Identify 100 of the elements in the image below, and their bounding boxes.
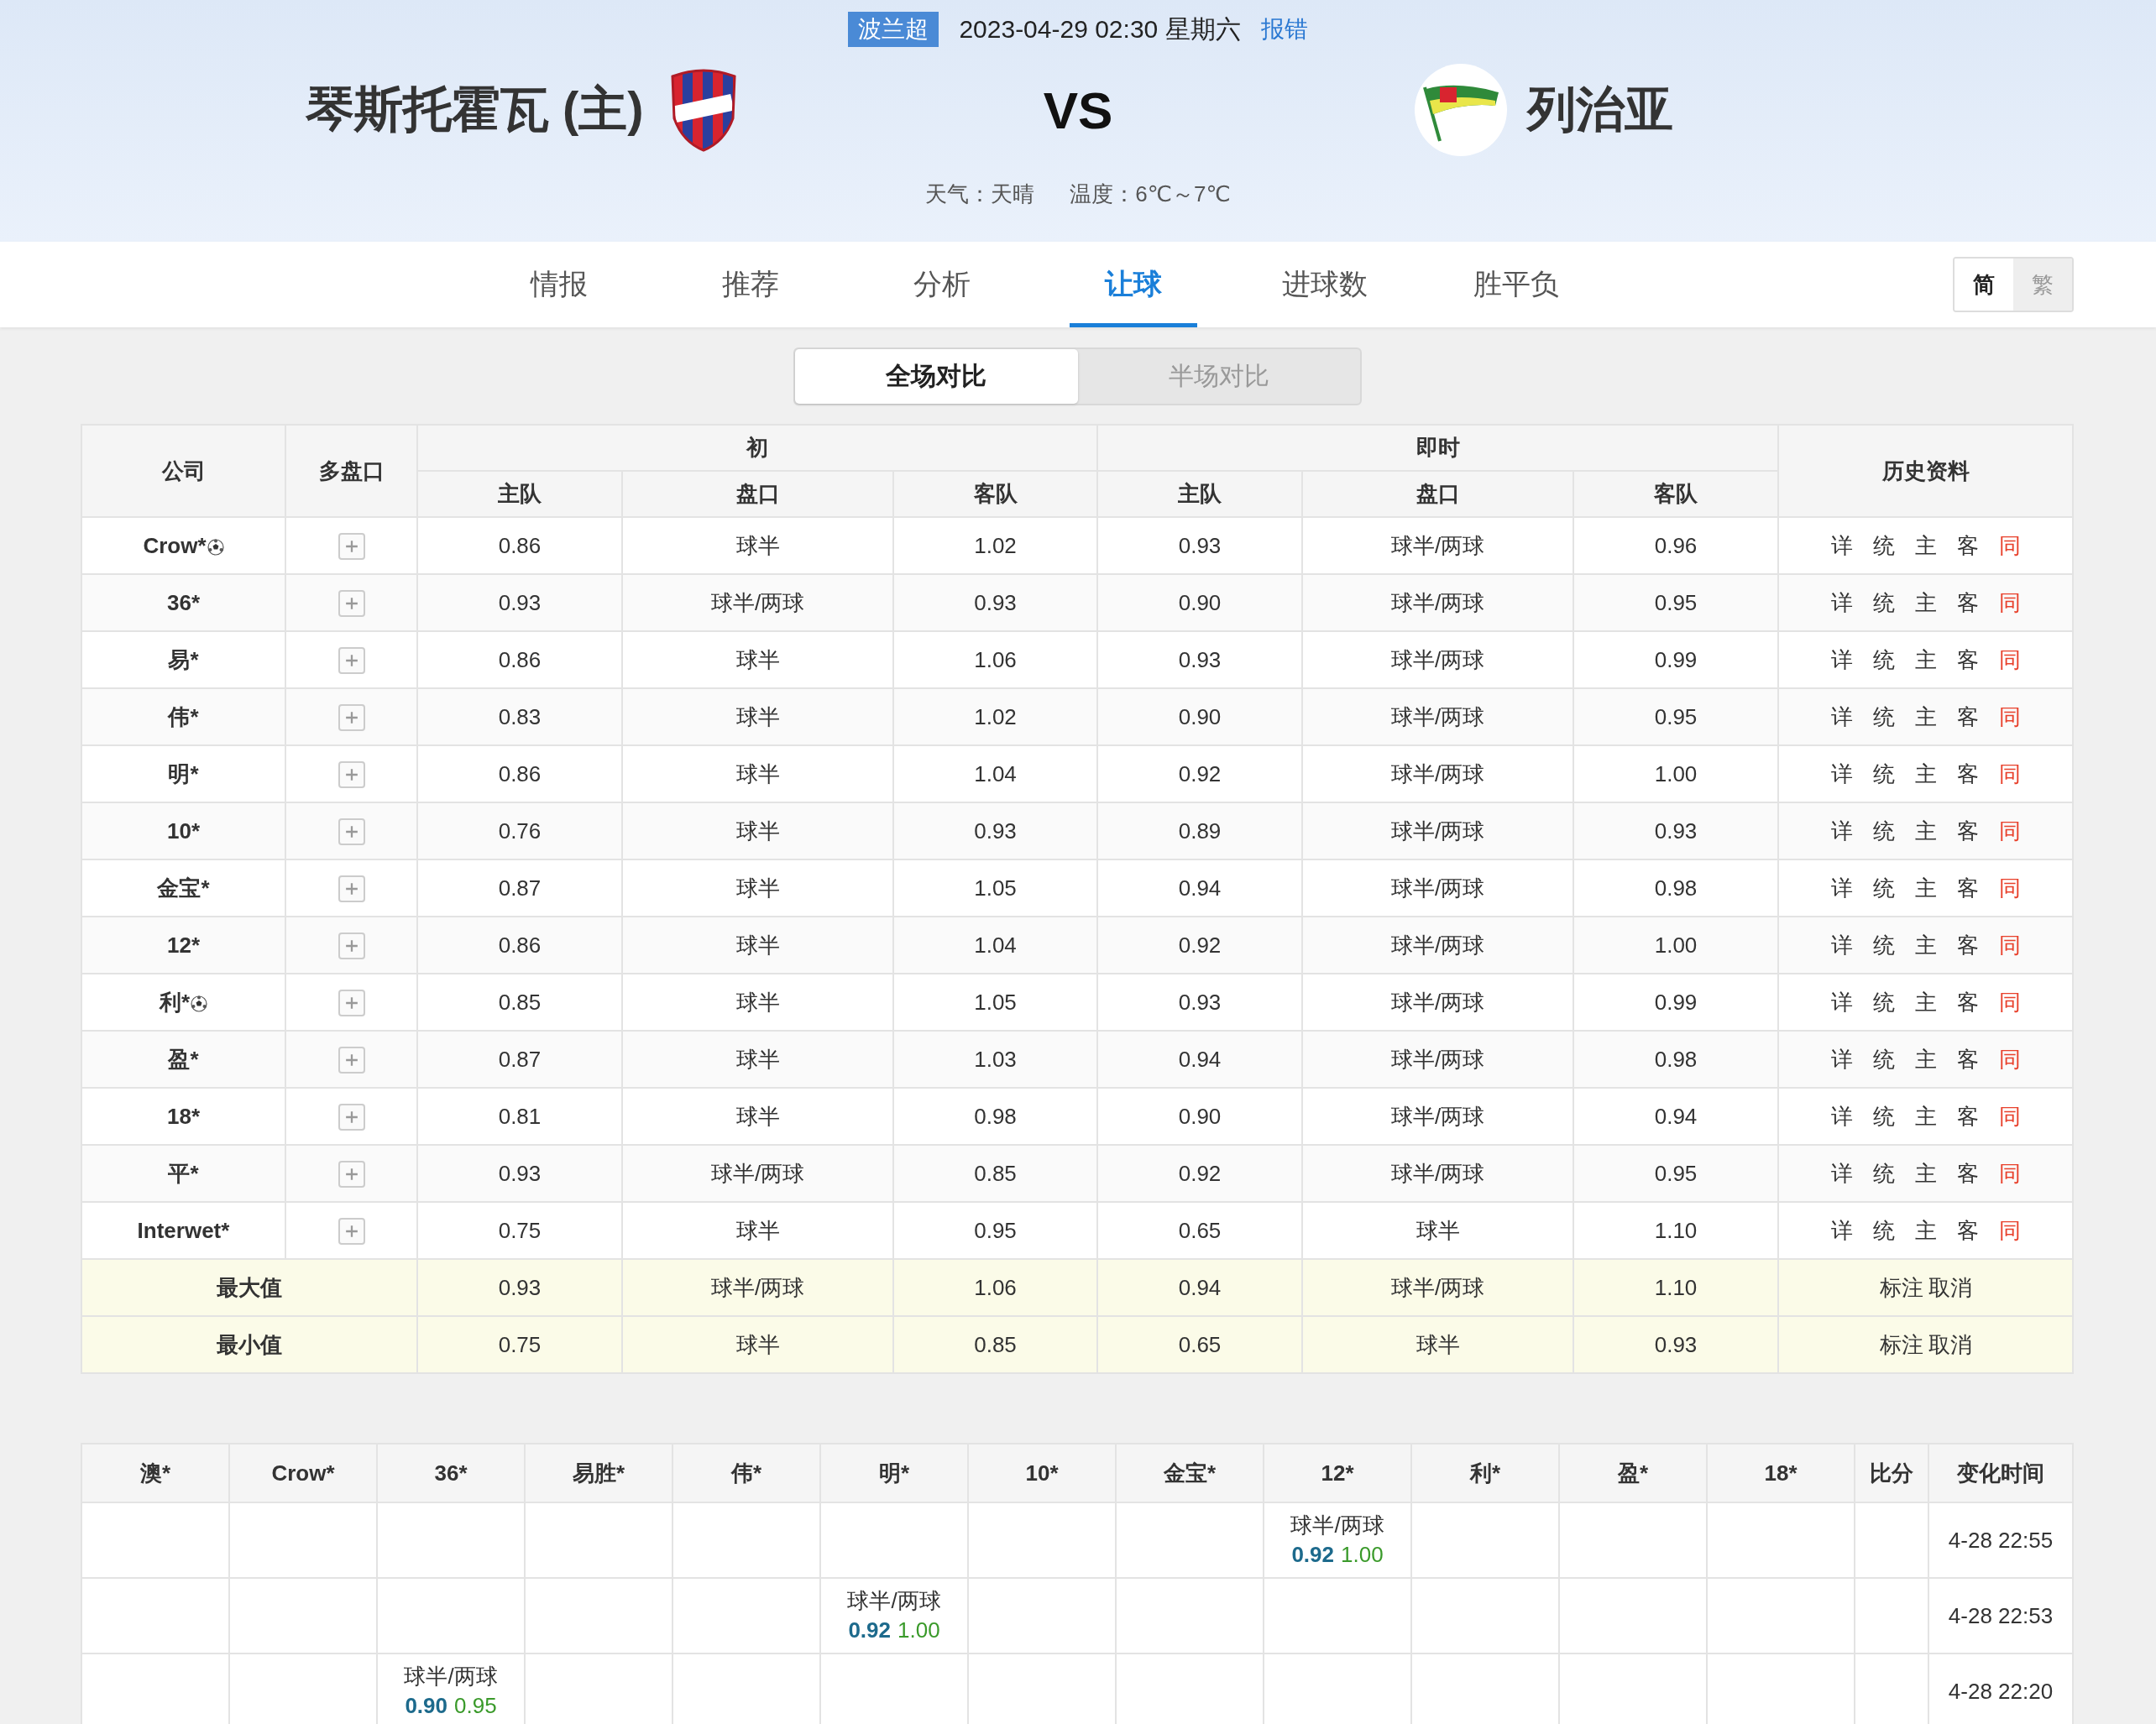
nav-tab[interactable]: 分析 xyxy=(878,242,1006,327)
expand-button[interactable] xyxy=(338,532,365,560)
history-link[interactable]: 主 xyxy=(1914,588,1937,618)
history-link[interactable]: 统 xyxy=(1872,873,1895,903)
history-link[interactable]: 主 xyxy=(1914,759,1937,789)
expand-button[interactable] xyxy=(338,589,365,617)
expand-button[interactable] xyxy=(338,932,365,959)
report-error-link[interactable]: 报错 xyxy=(1260,13,1308,45)
plus-icon xyxy=(344,1167,358,1181)
nav-tab[interactable]: 胜平负 xyxy=(1452,242,1580,327)
history-link[interactable]: 统 xyxy=(1872,1158,1895,1189)
history-link[interactable]: 统 xyxy=(1872,588,1895,618)
history-link[interactable]: 统 xyxy=(1872,1101,1895,1131)
history-link[interactable]: 同 xyxy=(1998,1044,2021,1074)
history-link[interactable]: 统 xyxy=(1872,987,1895,1017)
history-link[interactable]: 客 xyxy=(1956,1215,1979,1246)
history-link[interactable]: 客 xyxy=(1956,530,1979,561)
history-link[interactable]: 同 xyxy=(1998,987,2021,1017)
nav-tab[interactable]: 情报 xyxy=(495,242,623,327)
history-link[interactable]: 统 xyxy=(1872,645,1895,675)
history-link[interactable]: 同 xyxy=(1998,702,2021,732)
history-link[interactable]: 客 xyxy=(1956,588,1979,618)
history-link[interactable]: 同 xyxy=(1998,873,2021,903)
history-link[interactable]: 主 xyxy=(1914,930,1937,960)
plus-icon xyxy=(344,938,358,953)
history-link[interactable]: 主 xyxy=(1914,1215,1937,1246)
history-link[interactable]: 主 xyxy=(1914,702,1937,732)
history-link[interactable]: 客 xyxy=(1956,873,1979,903)
history-link[interactable]: 统 xyxy=(1872,530,1895,561)
history-link[interactable]: 统 xyxy=(1872,930,1895,960)
nav-tab[interactable]: 推荐 xyxy=(687,242,814,327)
history-link[interactable]: 客 xyxy=(1956,987,1979,1017)
history-link[interactable]: 客 xyxy=(1956,1044,1979,1074)
history-link[interactable]: 详 xyxy=(1830,759,1853,789)
history-link[interactable]: 详 xyxy=(1830,987,1853,1017)
nav-tab[interactable]: 进球数 xyxy=(1261,242,1389,327)
away-odds: 1.00 xyxy=(897,1617,940,1643)
history-link[interactable]: 客 xyxy=(1956,1158,1979,1189)
odds-cell: 0.93 xyxy=(417,1259,622,1316)
expand-button[interactable] xyxy=(338,1217,365,1245)
history-link[interactable]: 详 xyxy=(1830,873,1853,903)
history-link[interactable]: 同 xyxy=(1998,759,2021,789)
compare-toggle-option[interactable]: 全场对比 xyxy=(795,349,1078,404)
history-link[interactable]: 客 xyxy=(1956,759,1979,789)
history-link[interactable]: 详 xyxy=(1830,1158,1853,1189)
history-link[interactable]: 客 xyxy=(1956,930,1979,960)
history-link[interactable]: 主 xyxy=(1914,645,1937,675)
history-link[interactable]: 同 xyxy=(1998,930,2021,960)
history-link[interactable]: 详 xyxy=(1830,588,1853,618)
expand-button[interactable] xyxy=(338,1160,365,1188)
expand-button[interactable] xyxy=(338,875,365,902)
history-link[interactable]: 主 xyxy=(1914,1101,1937,1131)
history-link[interactable]: 统 xyxy=(1872,816,1895,846)
summary-action-link[interactable]: 标注 xyxy=(1879,1274,1923,1300)
history-link[interactable]: 详 xyxy=(1830,530,1853,561)
odds-cell: 0.94 xyxy=(1097,1259,1302,1316)
history-link[interactable]: 同 xyxy=(1998,588,2021,618)
history-link[interactable]: 详 xyxy=(1830,1215,1853,1246)
expand-button[interactable] xyxy=(338,703,365,731)
expand-button[interactable] xyxy=(338,989,365,1016)
history-link[interactable]: 详 xyxy=(1830,1101,1853,1131)
expand-button[interactable] xyxy=(338,1046,365,1074)
handicap-cell: 球半 xyxy=(622,1316,893,1373)
column-header: 多盘口 xyxy=(285,425,417,517)
history-link[interactable]: 同 xyxy=(1998,816,2021,846)
history-link[interactable]: 详 xyxy=(1830,702,1853,732)
expand-button[interactable] xyxy=(338,1103,365,1131)
expand-button[interactable] xyxy=(338,646,365,674)
history-link[interactable]: 主 xyxy=(1914,816,1937,846)
expand-button[interactable] xyxy=(338,818,365,845)
history-link[interactable]: 客 xyxy=(1956,816,1979,846)
history-link[interactable]: 客 xyxy=(1956,645,1979,675)
summary-action-link[interactable]: 标注 xyxy=(1879,1331,1923,1357)
history-link[interactable]: 统 xyxy=(1872,702,1895,732)
history-link[interactable]: 主 xyxy=(1914,873,1937,903)
history-link[interactable]: 详 xyxy=(1830,816,1853,846)
history-link[interactable]: 统 xyxy=(1872,1044,1895,1074)
history-link[interactable]: 主 xyxy=(1914,530,1937,561)
history-link[interactable]: 同 xyxy=(1998,1215,2021,1246)
history-link[interactable]: 主 xyxy=(1914,987,1937,1017)
summary-action-link[interactable]: 取消 xyxy=(1928,1274,1972,1300)
history-link[interactable]: 主 xyxy=(1914,1044,1937,1074)
history-link[interactable]: 详 xyxy=(1830,930,1853,960)
history-link[interactable]: 同 xyxy=(1998,530,2021,561)
company-name: 利* xyxy=(159,989,191,1015)
home-odds: 0.92 xyxy=(1291,1542,1334,1567)
history-link[interactable]: 同 xyxy=(1998,1101,2021,1131)
nav-tab[interactable]: 让球 xyxy=(1070,242,1197,327)
history-link[interactable]: 统 xyxy=(1872,759,1895,789)
history-link[interactable]: 主 xyxy=(1914,1158,1937,1189)
history-link[interactable]: 统 xyxy=(1872,1215,1895,1246)
history-link[interactable]: 客 xyxy=(1956,702,1979,732)
expand-button[interactable] xyxy=(338,760,365,788)
summary-action-link[interactable]: 取消 xyxy=(1928,1331,1972,1357)
history-link[interactable]: 详 xyxy=(1830,645,1853,675)
history-link[interactable]: 详 xyxy=(1830,1044,1853,1074)
history-link[interactable]: 同 xyxy=(1998,1158,2021,1189)
history-link[interactable]: 客 xyxy=(1956,1101,1979,1131)
history-link[interactable]: 同 xyxy=(1998,645,2021,675)
column-header: 澳* xyxy=(81,1444,229,1502)
